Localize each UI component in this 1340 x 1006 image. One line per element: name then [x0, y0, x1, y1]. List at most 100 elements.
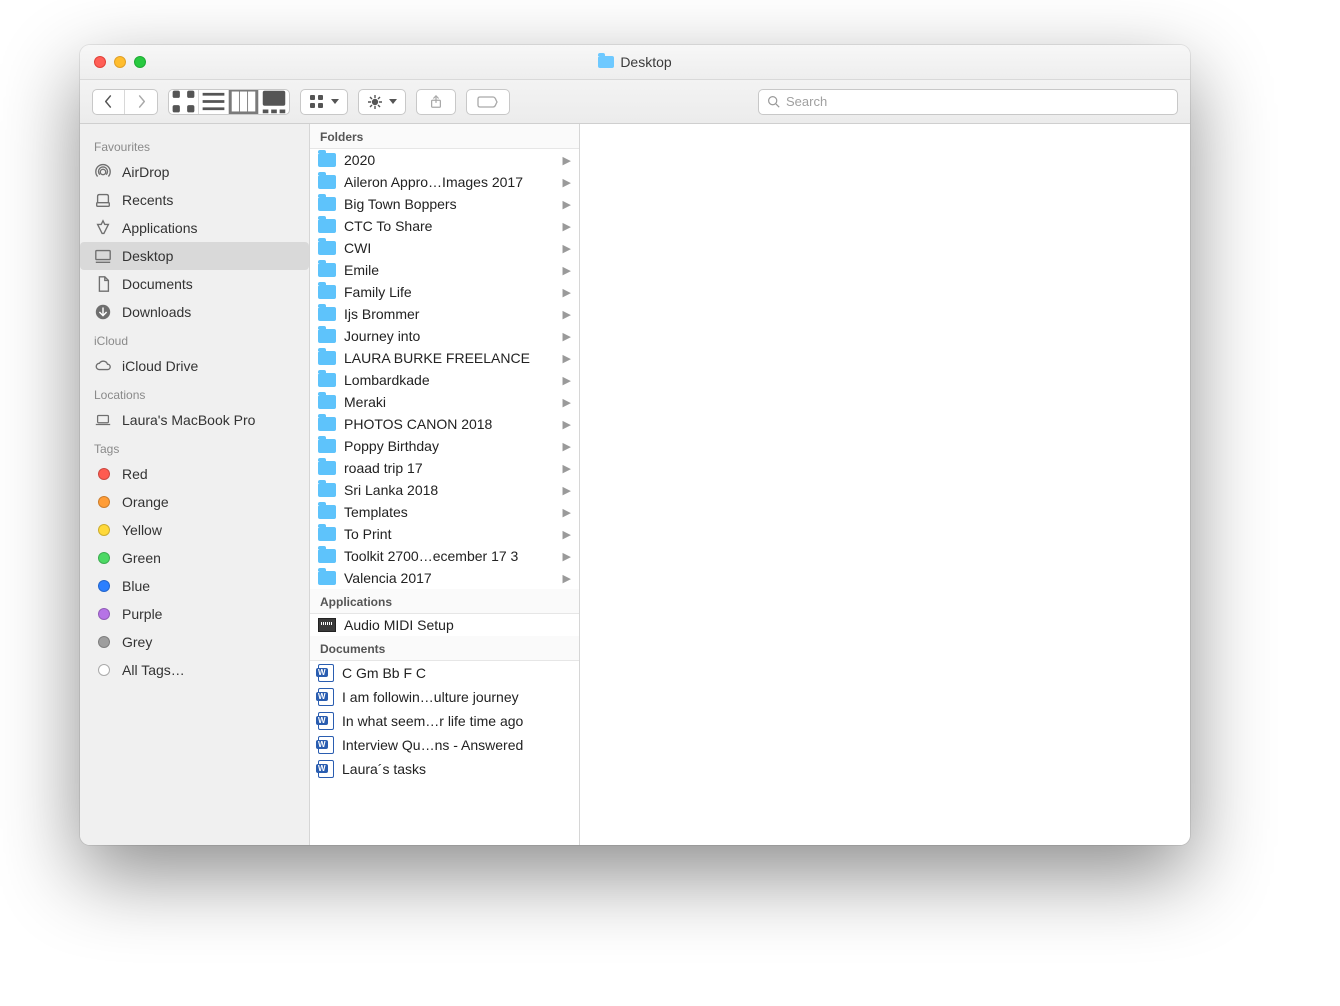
sidebar-item-recents[interactable]: Recents — [80, 186, 309, 214]
item-label: Big Town Boppers — [344, 196, 555, 212]
folder-item[interactable]: Aileron Appro…Images 2017▶ — [310, 171, 579, 193]
folder-item[interactable]: To Print ▶ — [310, 523, 579, 545]
folder-item[interactable]: Templates▶ — [310, 501, 579, 523]
folder-icon — [598, 56, 614, 68]
chevron-right-icon: ▶ — [563, 550, 571, 563]
folder-item[interactable]: Journey into▶ — [310, 325, 579, 347]
sidebar-item-applications[interactable]: Applications — [80, 214, 309, 242]
doc-item[interactable]: Interview Qu…ns - Answered — [310, 733, 579, 757]
toolbar — [80, 80, 1190, 124]
folder-item[interactable]: 2020▶ — [310, 149, 579, 171]
sidebar-item-label: Yellow — [122, 522, 162, 538]
sidebar-item-airdrop[interactable]: AirDrop — [80, 158, 309, 186]
item-label: Toolkit 2700…ecember 17 3 — [344, 548, 555, 564]
folder-item[interactable]: Poppy Birthday▶ — [310, 435, 579, 457]
item-label: Journey into — [344, 328, 555, 344]
share-button[interactable] — [416, 89, 456, 115]
sidebar-item-icloud-drive[interactable]: iCloud Drive — [80, 352, 309, 380]
search-field[interactable] — [758, 89, 1178, 115]
app-item[interactable]: Audio MIDI Setup — [310, 614, 579, 636]
sidebar-item-all-tags-[interactable]: All Tags… — [80, 656, 309, 684]
folder-item[interactable]: Sri Lanka 2018▶ — [310, 479, 579, 501]
item-label: Aileron Appro…Images 2017 — [344, 174, 555, 190]
sidebar-item-label: Grey — [122, 634, 152, 650]
icon-view-button[interactable] — [169, 90, 199, 114]
item-label: CWI — [344, 240, 555, 256]
sidebar-item-green[interactable]: Green — [80, 544, 309, 572]
sidebar-item-downloads[interactable]: Downloads — [80, 298, 309, 326]
sidebar-item-yellow[interactable]: Yellow — [80, 516, 309, 544]
doc-item[interactable]: I am followin…ulture journey — [310, 685, 579, 709]
chevron-right-icon: ▶ — [563, 572, 571, 585]
doc-item[interactable]: In what seem…r life time ago — [310, 709, 579, 733]
item-label: Meraki — [344, 394, 555, 410]
sidebar-item-label: Blue — [122, 578, 150, 594]
downloads-icon — [94, 303, 112, 321]
folder-icon — [318, 351, 336, 365]
column-group-heading: Documents — [310, 636, 579, 661]
sidebar-item-label: Downloads — [122, 304, 191, 320]
doc-item[interactable]: C Gm Bb F C — [310, 661, 579, 685]
sidebar-item-purple[interactable]: Purple — [80, 600, 309, 628]
sidebar-heading: Tags — [80, 434, 309, 460]
folder-item[interactable]: PHOTOS CANON 2018 ▶ — [310, 413, 579, 435]
sidebar-item-label: Applications — [122, 220, 198, 236]
item-label: PHOTOS CANON 2018 — [344, 416, 555, 432]
gallery-view-button[interactable] — [259, 90, 289, 114]
item-label: Ijs Brommer — [344, 306, 555, 322]
chevron-right-icon: ▶ — [563, 528, 571, 541]
item-label: To Print — [344, 526, 555, 542]
search-input[interactable] — [786, 94, 1169, 109]
action-dropdown[interactable] — [358, 89, 406, 115]
arrange-dropdown[interactable] — [300, 89, 348, 115]
sidebar-item-desktop[interactable]: Desktop — [80, 242, 309, 270]
folder-item[interactable]: Meraki▶ — [310, 391, 579, 413]
sidebar-item-laura-s-macbook-pro[interactable]: Laura's MacBook Pro — [80, 406, 309, 434]
close-window-button[interactable] — [94, 56, 106, 68]
sidebar-item-label: Documents — [122, 276, 193, 292]
folder-item[interactable]: CWI▶ — [310, 237, 579, 259]
folder-icon — [318, 219, 336, 233]
folder-item[interactable]: Valencia 2017▶ — [310, 567, 579, 589]
list-view-button[interactable] — [199, 90, 229, 114]
column-group-heading: Folders — [310, 124, 579, 149]
folder-item[interactable]: CTC To Share▶ — [310, 215, 579, 237]
folder-item[interactable]: Big Town Boppers▶ — [310, 193, 579, 215]
folder-icon — [318, 307, 336, 321]
folder-item[interactable]: LAURA BURKE FREELANCE ▶ — [310, 347, 579, 369]
back-button[interactable] — [93, 90, 125, 114]
folder-item[interactable]: Emile▶ — [310, 259, 579, 281]
folder-item[interactable]: Ijs Brommer▶ — [310, 303, 579, 325]
chevron-right-icon: ▶ — [563, 418, 571, 431]
sidebar-item-label: All Tags… — [122, 662, 185, 678]
recents-icon — [94, 191, 112, 209]
traffic-lights — [94, 56, 146, 68]
folder-item[interactable]: Lombardkade▶ — [310, 369, 579, 391]
sidebar-item-blue[interactable]: Blue — [80, 572, 309, 600]
sidebar-item-grey[interactable]: Grey — [80, 628, 309, 656]
sidebar-heading: iCloud — [80, 326, 309, 352]
folder-icon — [318, 505, 336, 519]
folder-item[interactable]: Toolkit 2700…ecember 17 3 ▶ — [310, 545, 579, 567]
chevron-down-icon — [389, 99, 397, 104]
sidebar-item-red[interactable]: Red — [80, 460, 309, 488]
item-label: Family Life — [344, 284, 555, 300]
folder-icon — [318, 175, 336, 189]
minimize-window-button[interactable] — [114, 56, 126, 68]
chevron-right-icon: ▶ — [563, 352, 571, 365]
tags-button[interactable] — [466, 89, 510, 115]
doc-icon — [318, 760, 334, 778]
column-view-button[interactable] — [229, 90, 259, 114]
folder-item[interactable]: Family Life▶ — [310, 281, 579, 303]
sidebar-heading: Locations — [80, 380, 309, 406]
forward-button[interactable] — [125, 90, 157, 114]
sidebar-item-documents[interactable]: Documents — [80, 270, 309, 298]
folder-item[interactable]: roaad trip 17▶ — [310, 457, 579, 479]
chevron-right-icon: ▶ — [563, 506, 571, 519]
doc-item[interactable]: Laura´s tasks — [310, 757, 579, 781]
item-label: LAURA BURKE FREELANCE — [344, 350, 555, 366]
tag-icon — [94, 633, 112, 651]
sidebar-item-orange[interactable]: Orange — [80, 488, 309, 516]
fullscreen-window-button[interactable] — [134, 56, 146, 68]
finder-window: Desktop — [80, 45, 1190, 845]
